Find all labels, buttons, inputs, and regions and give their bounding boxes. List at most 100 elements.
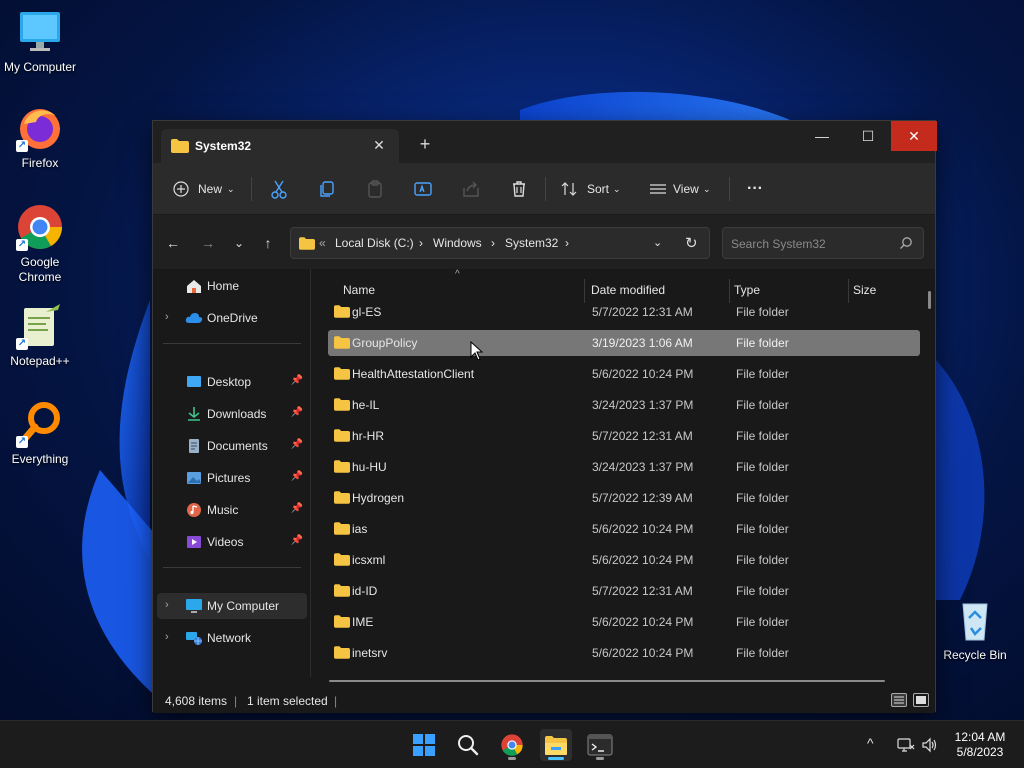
desktop-icon [185,374,203,390]
title-bar[interactable]: System32 ✕ + — ☐ ✕ [153,121,937,163]
file-type: File folder [736,429,789,443]
desktop-icon-my-computer[interactable]: My Computer [0,8,80,75]
table-row[interactable]: HealthAttestationClient 5/6/2022 10:24 PM… [328,361,920,387]
sidebar-item-home[interactable]: Home [157,273,307,299]
view-button[interactable]: View ⌄ [649,175,715,203]
status-bar: 4,608 items | 1 item selected | [153,687,935,713]
pin-icon: 📌 [290,439,303,450]
file-date: 3/24/2023 1:37 PM [592,460,694,474]
folder-icon [334,398,350,414]
folder-icon [334,336,350,352]
rename-button[interactable] [411,177,435,201]
minimize-button[interactable]: — [799,121,845,151]
volume-tray-icon[interactable] [921,737,939,756]
tiles-view-toggle[interactable] [913,693,929,707]
share-button[interactable] [459,177,483,201]
breadcrumb-overflow[interactable]: « [319,236,326,250]
sidebar-item-onedrive[interactable]: › OneDrive [157,305,307,331]
tab-system32[interactable]: System32 ✕ [161,129,399,163]
music-icon [185,502,203,518]
delete-button[interactable] [507,177,531,201]
show-hidden-icons-button[interactable]: ^ [867,735,874,751]
home-icon [185,278,203,294]
refresh-button[interactable]: ↻ [685,234,698,252]
desktop-icon-recycle-bin[interactable]: Recycle Bin [935,596,1015,663]
taskbar-file-explorer[interactable] [540,729,572,761]
sidebar-item-label: Pictures [207,471,251,485]
monitor-icon [16,8,64,56]
chevron-right-icon[interactable]: › [165,599,169,611]
table-row[interactable]: Hydrogen 5/7/2022 12:39 AM File folder [328,485,920,511]
breadcrumb-local-disk[interactable]: Local Disk (C:) [335,236,414,250]
new-tab-button[interactable]: + [411,133,439,157]
sort-button[interactable]: Sort ⌄ [561,175,623,203]
table-row[interactable]: hu-HU 3/24/2023 1:37 PM File folder [328,454,920,480]
system-clock[interactable]: 12:04 AM 5/8/2023 [940,730,1020,760]
search-input[interactable] [731,235,891,253]
new-button[interactable]: New ⌄ [173,175,239,203]
running-indicator [548,757,564,760]
breadcrumb-windows[interactable]: Windows [433,236,482,250]
desktop-icon-label: My Computer [3,60,77,74]
file-name: inetsrv [352,646,388,660]
table-row[interactable]: gl-ES 5/7/2022 12:31 AM File folder [328,299,920,325]
command-bar: New ⌄ Sort ⌄ View ⌄ ··· [153,163,935,215]
sidebar-item-desktop[interactable]: Desktop 📌 [157,369,307,395]
file-date: 5/6/2022 10:24 PM [592,522,694,536]
start-button[interactable] [408,729,440,761]
close-window-button[interactable]: ✕ [891,121,937,151]
table-row[interactable]: ias 5/6/2022 10:24 PM File folder [328,516,920,542]
table-row[interactable]: icsxml 5/6/2022 10:24 PM File folder [328,547,920,573]
breadcrumb-system32[interactable]: System32 [505,236,558,250]
sidebar-item-documents[interactable]: Documents 📌 [157,433,307,459]
copy-button[interactable] [315,177,339,201]
back-button[interactable]: ← [161,233,185,253]
table-row[interactable]: hr-HR 5/7/2022 12:31 AM File folder [328,423,920,449]
desktop-icon-everything[interactable]: ↗ Everything [0,400,80,467]
sidebar-item-my-computer[interactable]: › My Computer [157,593,307,619]
taskbar-terminal[interactable] [584,729,616,761]
up-button[interactable]: ↑ [256,233,280,253]
close-tab-button[interactable]: ✕ [367,134,391,158]
horizontal-scrollbar[interactable] [329,680,885,682]
address-dropdown-icon[interactable]: ⌄ [653,236,662,249]
tab-title: System32 [195,139,252,153]
more-options-button[interactable]: ··· [743,175,767,203]
table-row-selected[interactable]: GroupPolicy 3/19/2023 1:06 AM File folder [328,330,920,356]
sidebar-item-videos[interactable]: Videos 📌 [157,529,307,555]
search-box[interactable] [722,227,924,259]
forward-button[interactable]: → [196,233,220,253]
sidebar-item-network[interactable]: › Network [157,625,307,651]
cut-button[interactable] [267,177,291,201]
desktop-icon-notepadpp[interactable]: ↗ Notepad++ [0,302,80,369]
taskbar-search-button[interactable] [452,729,484,761]
table-row[interactable]: id-ID 5/7/2022 12:31 AM File folder [328,578,920,604]
vertical-scrollbar[interactable] [928,291,931,309]
maximize-button[interactable]: ☐ [845,121,891,151]
share-icon [463,181,479,197]
recent-locations-button[interactable]: ⌄ [227,233,251,253]
file-name: id-ID [352,584,378,598]
folder-icon [334,553,350,569]
paste-button[interactable] [363,177,387,201]
sidebar-item-pictures[interactable]: Pictures 📌 [157,465,307,491]
sidebar-item-music[interactable]: Music 📌 [157,497,307,523]
tiles-view-icon [916,696,926,704]
chevron-right-icon[interactable]: › [165,631,169,643]
desktop-icon-chrome[interactable]: ↗ Google Chrome [0,203,80,285]
taskbar-chrome[interactable] [496,729,528,761]
address-bar[interactable]: « Local Disk (C:) › Windows › System32 ›… [290,227,710,259]
details-view-toggle[interactable] [891,693,907,707]
plus-circle-icon [173,181,189,197]
sidebar-item-downloads[interactable]: Downloads 📌 [157,401,307,427]
table-row[interactable]: IME 5/6/2022 10:24 PM File folder [328,609,920,635]
recycle-bin-icon [951,596,999,644]
chevron-right-icon[interactable]: › [165,311,169,323]
table-row[interactable]: inetsrv 5/6/2022 10:24 PM File folder [328,640,920,666]
desktop-icon-firefox[interactable]: ↗ Firefox [0,104,80,171]
network-tray-icon[interactable] [897,737,915,756]
file-date: 5/6/2022 10:24 PM [592,367,694,381]
sidebar-item-label: Music [207,503,239,517]
sidebar-item-label: Downloads [207,407,267,421]
table-row[interactable]: he-IL 3/24/2023 1:37 PM File folder [328,392,920,418]
